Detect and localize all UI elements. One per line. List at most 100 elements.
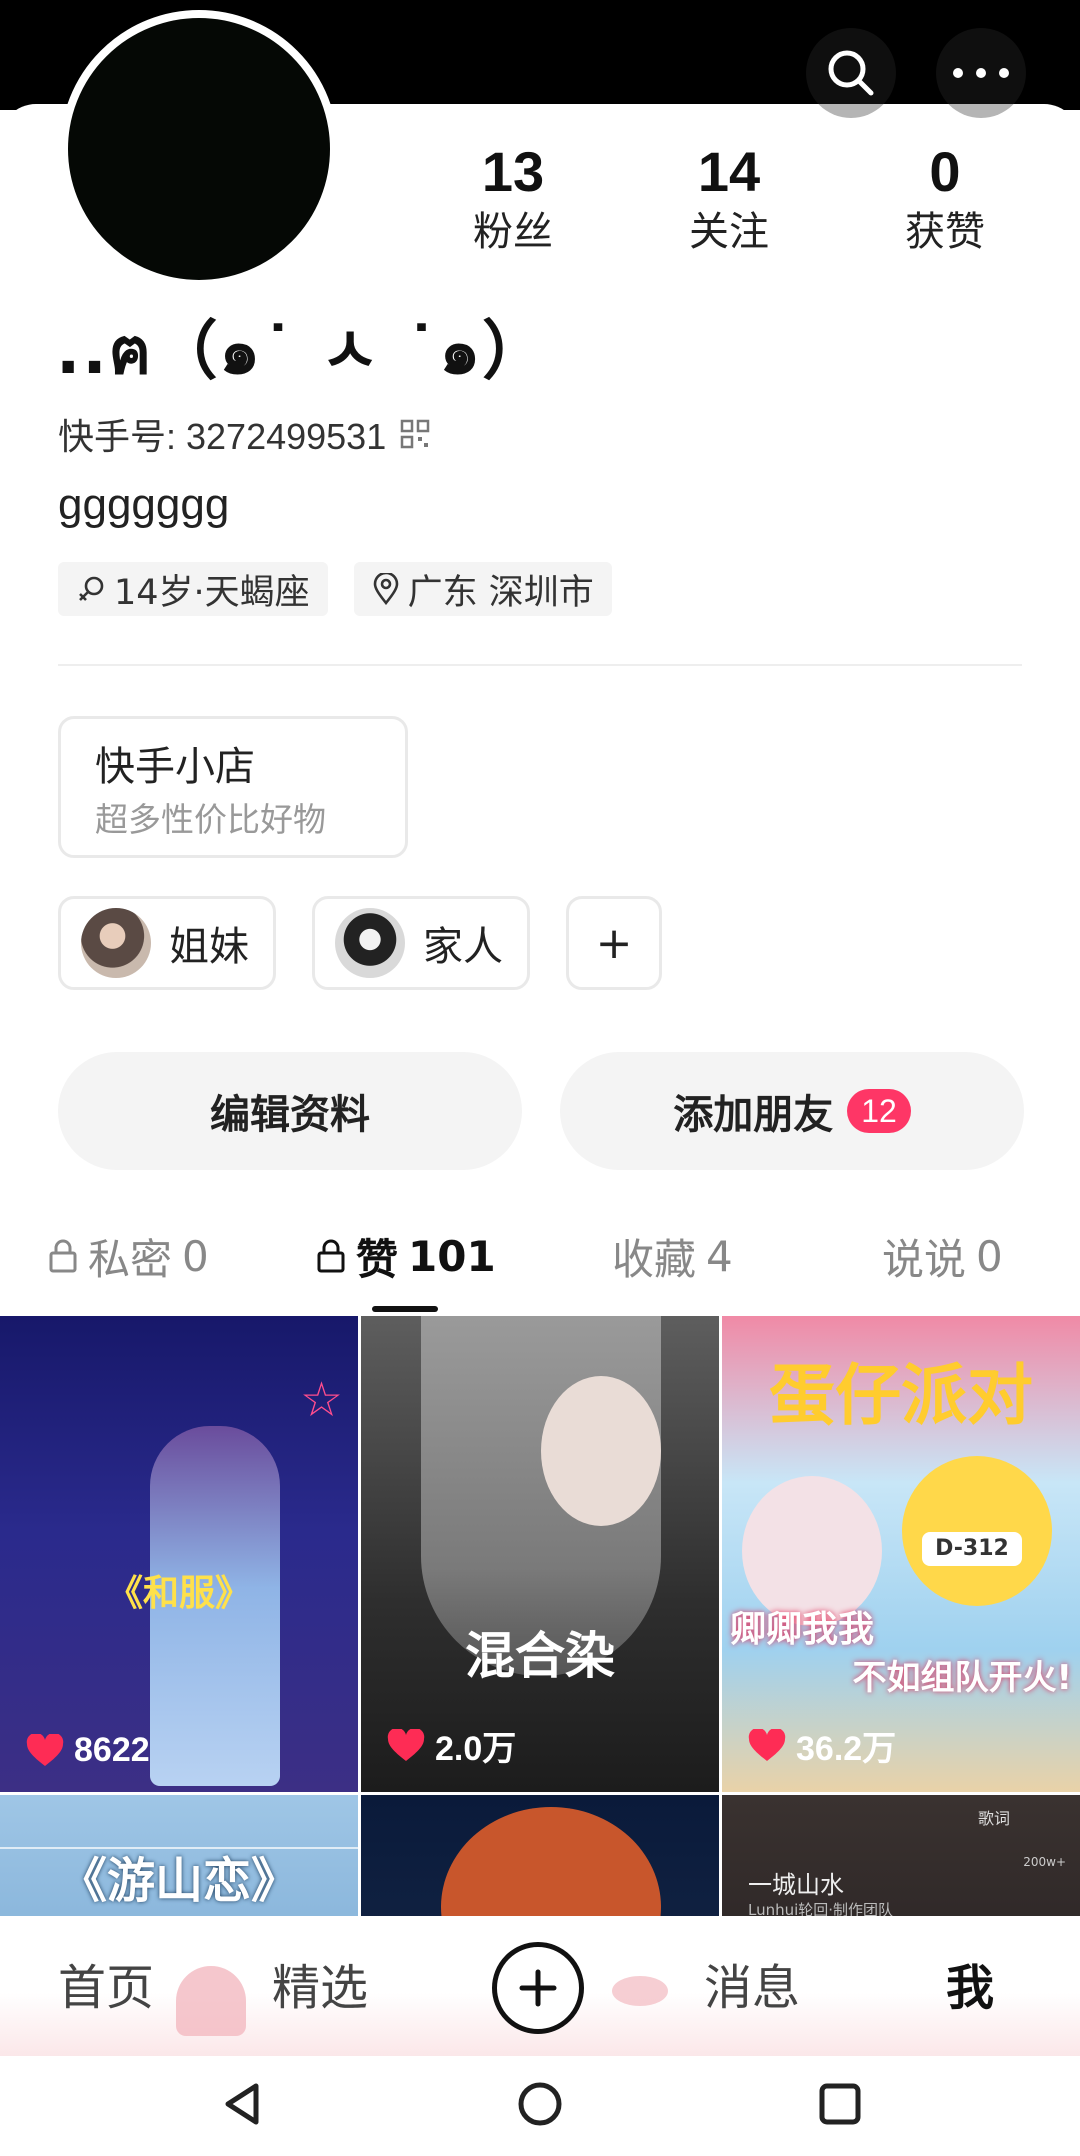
- bio-text: ggggggg: [58, 480, 230, 529]
- like-count-small: 200w+: [1023, 1855, 1066, 1869]
- video-caption: 混合染: [465, 1627, 615, 1685]
- profile-tags: 14岁·天蝎座 广东 深圳市: [58, 562, 612, 616]
- female-icon: [79, 576, 104, 601]
- more-button[interactable]: [936, 28, 1026, 118]
- video-thumbnail[interactable]: [361, 1795, 719, 1916]
- video-likes: 8622: [26, 1731, 150, 1770]
- lyric-tab: 歌词: [977, 1809, 1010, 1828]
- plus-icon: +: [595, 917, 633, 969]
- active-tab-indicator: [372, 1306, 438, 1312]
- group-label: 家人: [423, 924, 503, 970]
- likes-count: 0: [929, 140, 961, 203]
- video-thumbnail[interactable]: 歌词 一城山水 Lunhui轮回·制作团队 200w+: [722, 1795, 1080, 1916]
- divider: [58, 664, 1022, 666]
- edit-profile-button[interactable]: 编辑资料: [58, 1052, 522, 1170]
- tab-liked[interactable]: 赞 101: [316, 1218, 496, 1294]
- search-icon: [828, 50, 874, 96]
- hair-shape: [441, 1807, 661, 1916]
- user-id: 快手号: 3272499531: [58, 416, 387, 457]
- add-friend-label: 添加朋友: [673, 1092, 834, 1138]
- add-group-button[interactable]: +: [566, 896, 662, 990]
- back-icon[interactable]: [216, 2078, 268, 2130]
- followers-label: 粉丝: [473, 209, 553, 255]
- following-label: 关注: [689, 209, 769, 255]
- tab-collections[interactable]: 收藏 4: [612, 1218, 733, 1294]
- add-friend-button[interactable]: 添加朋友 12: [560, 1052, 1024, 1170]
- profile-actions: 编辑资料 添加朋友 12: [58, 1052, 1024, 1170]
- likes-label: 获赞: [905, 209, 985, 255]
- tab-label: 收藏: [612, 1234, 697, 1284]
- lock-icon: [49, 1239, 77, 1273]
- home-circle-icon[interactable]: [514, 2078, 566, 2130]
- tab-label: 私密: [88, 1234, 173, 1284]
- heart-icon: [387, 1728, 425, 1761]
- avatar[interactable]: [60, 10, 338, 288]
- likes-count: 8622: [74, 1731, 150, 1769]
- character-figure: [902, 1456, 1052, 1606]
- nav-home[interactable]: 首页: [58, 1948, 154, 2018]
- video-caption-tertiary: 不如组队开火!: [852, 1658, 1072, 1698]
- location-text: 广东 深圳市: [407, 572, 594, 613]
- age-zodiac-text: 14岁·天蝎座: [114, 572, 310, 613]
- user-id-row[interactable]: 快手号: 3272499531: [58, 408, 430, 460]
- tab-count: 0: [976, 1231, 1003, 1281]
- video-likes: 2.0万: [387, 1721, 516, 1770]
- location-tag: 广东 深圳市: [353, 562, 612, 616]
- character-badge: D-312: [922, 1532, 1022, 1566]
- tab-count: 0: [182, 1231, 209, 1281]
- video-caption-secondary: 卿卿我我: [730, 1609, 875, 1650]
- group-avatar: [335, 908, 405, 978]
- tab-label: 赞: [356, 1234, 399, 1284]
- video-caption: 《和服》: [106, 1573, 251, 1614]
- group-chats: 姐妹 家人 +: [58, 896, 662, 990]
- group-label: 姐妹: [169, 924, 249, 970]
- shop-subtitle: 超多性价比好物: [95, 800, 326, 839]
- heart-icon: [26, 1733, 64, 1766]
- search-button[interactable]: [806, 28, 896, 118]
- video-thumbnail[interactable]: ☆ 《和服》 8622: [0, 1316, 358, 1792]
- video-caption: 蛋仔派对: [769, 1357, 1033, 1434]
- likes-count: 36.2万: [796, 1730, 897, 1768]
- video-caption: 《游山恋》: [58, 1853, 299, 1909]
- video-grid: ☆ 《和服》 8622 混合染 2.0万 蛋仔派对 D-312 卿卿我我 不如组…: [0, 1316, 1080, 1916]
- plus-icon: [519, 1969, 557, 2007]
- tab-count: 101: [408, 1231, 496, 1281]
- nav-messages[interactable]: 消息: [704, 1948, 800, 2018]
- stats-row: 13 粉丝 14 关注 0 获赞: [405, 140, 1065, 260]
- location-pin-icon: [373, 573, 398, 605]
- group-avatar: [81, 908, 151, 978]
- stat-likes[interactable]: 0 获赞: [837, 140, 1053, 260]
- group-sisters[interactable]: 姐妹: [58, 896, 276, 990]
- video-thumbnail[interactable]: 蛋仔派对 D-312 卿卿我我 不如组队开火! 36.2万: [722, 1316, 1080, 1792]
- video-thumbnail[interactable]: 混合染 2.0万: [361, 1316, 719, 1792]
- qr-code-icon[interactable]: [400, 419, 430, 449]
- create-button[interactable]: [492, 1942, 584, 2034]
- nav-featured[interactable]: 精选: [272, 1948, 368, 2018]
- tab-label: 说说: [882, 1234, 967, 1284]
- lock-icon: [317, 1239, 345, 1273]
- stat-following[interactable]: 14 关注: [621, 140, 837, 260]
- stat-followers[interactable]: 13 粉丝: [405, 140, 621, 260]
- system-nav-bar: [0, 2056, 1080, 2156]
- tab-private[interactable]: 私密 0: [48, 1218, 209, 1294]
- tab-count: 4: [706, 1231, 733, 1281]
- more-dots-icon: [953, 68, 1009, 78]
- kuaishou-shop-card[interactable]: 快手小店 超多性价比好物: [58, 716, 408, 858]
- recents-square-icon[interactable]: [814, 2078, 866, 2130]
- decoration-icon: [176, 1966, 246, 2036]
- tab-posts[interactable]: 说说 0: [882, 1218, 1003, 1294]
- video-thumbnail[interactable]: 《游山恋》: [0, 1795, 358, 1916]
- decoration-icon: [612, 1976, 668, 2006]
- add-friend-badge: 12: [847, 1089, 911, 1133]
- followers-count: 13: [481, 140, 545, 203]
- group-family[interactable]: 家人: [312, 896, 530, 990]
- heart-icon: [748, 1728, 786, 1761]
- video-likes: 36.2万: [748, 1721, 896, 1770]
- shop-title: 快手小店: [95, 744, 255, 790]
- face-shape: [541, 1376, 661, 1526]
- song-credit: Lunhui轮回·制作团队: [748, 1901, 894, 1916]
- following-count: 14: [697, 140, 761, 203]
- star-icon: ☆: [300, 1372, 344, 1428]
- nav-me[interactable]: 我: [946, 1948, 994, 2018]
- age-zodiac-tag: 14岁·天蝎座: [58, 562, 328, 616]
